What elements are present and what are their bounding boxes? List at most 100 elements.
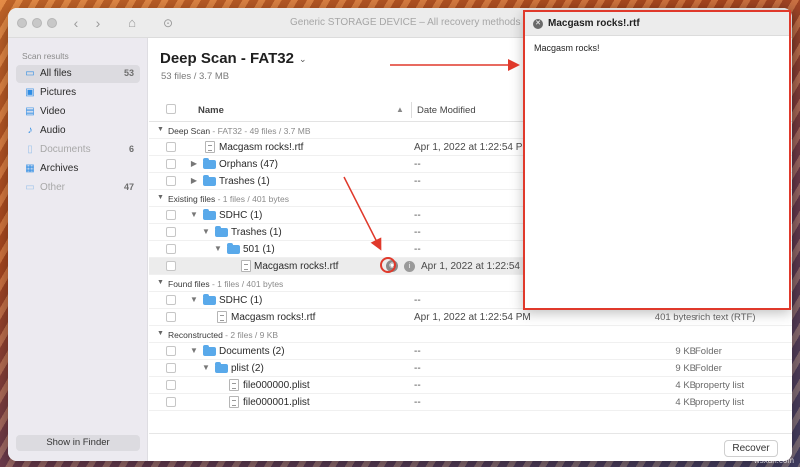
row-checkbox[interactable] <box>166 261 176 271</box>
date-modified: -- <box>414 227 421 238</box>
sidebar-item-count: 47 <box>123 182 134 192</box>
file-size: 9 KB <box>675 346 696 357</box>
file-name: Macgasm rocks!.rtf <box>219 142 304 153</box>
watermark: wsxdn.com <box>753 456 794 465</box>
sidebar-item-label: Documents <box>40 144 91 155</box>
file-name: Orphans (47) <box>219 159 278 170</box>
row-checkbox[interactable] <box>166 295 176 305</box>
sidebar-item-archives[interactable]: ▦ Archives <box>16 160 140 178</box>
row-checkbox[interactable] <box>166 312 176 322</box>
close-icon[interactable]: ✕ <box>533 19 543 29</box>
file-kind: Folder <box>695 363 722 374</box>
date-modified: -- <box>414 244 421 255</box>
file-name: file000001.plist <box>243 397 310 408</box>
window-title: Generic STORAGE DEVICE – All recovery me… <box>290 17 521 28</box>
date-modified: -- <box>414 295 421 306</box>
row-checkbox[interactable] <box>166 244 176 254</box>
file-name: file000000.plist <box>243 380 310 391</box>
sidebar-item-label: All files <box>40 68 72 79</box>
recover-button[interactable]: Recover <box>724 440 778 457</box>
info-icon[interactable]: i <box>404 261 415 272</box>
folder-icon <box>203 158 216 169</box>
date-modified: -- <box>414 159 421 170</box>
row-checkbox[interactable] <box>166 159 176 169</box>
sidebar-item-label: Archives <box>40 163 79 174</box>
sort-ascending-icon[interactable]: ▲ <box>396 105 404 114</box>
table-row[interactable]: Macgasm rocks!.rtf Apr 1, 2022 at 1:22:5… <box>149 309 792 326</box>
chevron-down-icon[interactable]: ▼ <box>213 244 223 253</box>
folder-icon <box>203 209 216 220</box>
minimize-window-button[interactable] <box>32 18 42 28</box>
column-divider[interactable] <box>411 102 412 118</box>
sidebar-item-audio[interactable]: ♪ Audio <box>16 122 140 140</box>
group-label: Found files - 1 files / 401 bytes <box>168 279 284 289</box>
row-checkbox[interactable] <box>166 210 176 220</box>
row-checkbox[interactable] <box>166 227 176 237</box>
chevron-right-icon[interactable]: ▶ <box>189 176 199 185</box>
preview-title-bar: ✕ Macgasm rocks!.rtf <box>525 12 789 36</box>
table-row[interactable]: ▼ Documents (2) -- 9 KB Folder <box>149 343 792 360</box>
file-size: 4 KB <box>675 397 696 408</box>
select-all-checkbox[interactable] <box>166 104 176 114</box>
date-modified: Apr 1, 2022 at 1:22:54 PM <box>421 261 538 272</box>
folder-icon: ▭ <box>25 68 35 79</box>
file-kind: property list <box>695 380 745 391</box>
sidebar-item-label: Pictures <box>40 87 77 98</box>
chevron-down-icon[interactable]: ▼ <box>189 346 199 355</box>
forward-arrow-icon[interactable]: › <box>88 14 108 32</box>
page-title[interactable]: Deep Scan - FAT32 <box>160 50 294 67</box>
chevron-down-icon[interactable]: ▼ <box>157 330 164 337</box>
sidebar-item-pictures[interactable]: ▣ Pictures <box>16 84 140 102</box>
quick-look-preview: ✕ Macgasm rocks!.rtf Macgasm rocks! <box>523 10 791 310</box>
video-icon: ▤ <box>25 106 35 117</box>
file-name: Documents (2) <box>219 346 285 357</box>
bottom-toolbar: Recover <box>149 433 792 461</box>
table-row[interactable]: ▼ plist (2) -- 9 KB Folder <box>149 360 792 377</box>
rescan-icon[interactable]: ⊙ <box>158 14 178 32</box>
file-kind: Folder <box>695 346 722 357</box>
chevron-down-icon[interactable]: ▼ <box>157 194 164 201</box>
sidebar-item-other[interactable]: ▭ Other 47 <box>16 179 140 197</box>
close-window-button[interactable] <box>17 18 27 28</box>
file-name: Trashes (1) <box>219 176 270 187</box>
column-header-name[interactable]: Name <box>198 105 224 116</box>
folder-icon <box>215 226 228 237</box>
show-in-finder-button[interactable]: Show in Finder <box>16 435 140 451</box>
table-row[interactable]: file000000.plist -- 4 KB property list <box>149 377 792 394</box>
folder-icon <box>203 294 216 305</box>
folder-icon <box>215 362 228 373</box>
preview-content: Macgasm rocks! <box>534 43 600 53</box>
group-row-reconstructed[interactable]: ▼ Reconstructed - 2 files / 9 KB <box>149 326 792 343</box>
row-checkbox[interactable] <box>166 380 176 390</box>
column-header-date-modified[interactable]: Date Modified <box>417 105 476 116</box>
date-modified: -- <box>414 397 421 408</box>
rtf-file-icon <box>217 311 227 323</box>
date-modified: -- <box>414 363 421 374</box>
chevron-right-icon[interactable]: ▶ <box>189 159 199 168</box>
chevron-down-icon[interactable]: ▼ <box>189 295 199 304</box>
chevron-down-icon[interactable]: ▼ <box>201 227 211 236</box>
sidebar-item-count: 6 <box>128 144 134 154</box>
file-kind: property list <box>695 397 745 408</box>
table-row[interactable]: file000001.plist -- 4 KB property list <box>149 394 792 411</box>
chevron-down-icon[interactable]: ⌄ <box>299 54 307 65</box>
chevron-down-icon[interactable]: ▼ <box>189 210 199 219</box>
sidebar-item-video[interactable]: ▤ Video <box>16 103 140 121</box>
back-arrow-icon[interactable]: ‹ <box>66 14 86 32</box>
chevron-down-icon[interactable]: ▼ <box>201 363 211 372</box>
home-icon[interactable]: ⌂ <box>122 14 142 32</box>
sidebar-item-documents[interactable]: ▯ Documents 6 <box>16 141 140 159</box>
row-checkbox[interactable] <box>166 176 176 186</box>
group-label: Deep Scan - FAT32 - 49 files / 3.7 MB <box>168 126 311 136</box>
plist-file-icon <box>229 396 239 408</box>
zoom-window-button[interactable] <box>47 18 57 28</box>
date-modified: -- <box>414 176 421 187</box>
chevron-down-icon[interactable]: ▼ <box>157 126 164 133</box>
sidebar-item-all-files[interactable]: ▭ All files 53 <box>16 65 140 83</box>
archive-icon: ▦ <box>25 163 35 174</box>
row-checkbox[interactable] <box>166 397 176 407</box>
row-checkbox[interactable] <box>166 363 176 373</box>
row-checkbox[interactable] <box>166 346 176 356</box>
chevron-down-icon[interactable]: ▼ <box>157 279 164 286</box>
row-checkbox[interactable] <box>166 142 176 152</box>
